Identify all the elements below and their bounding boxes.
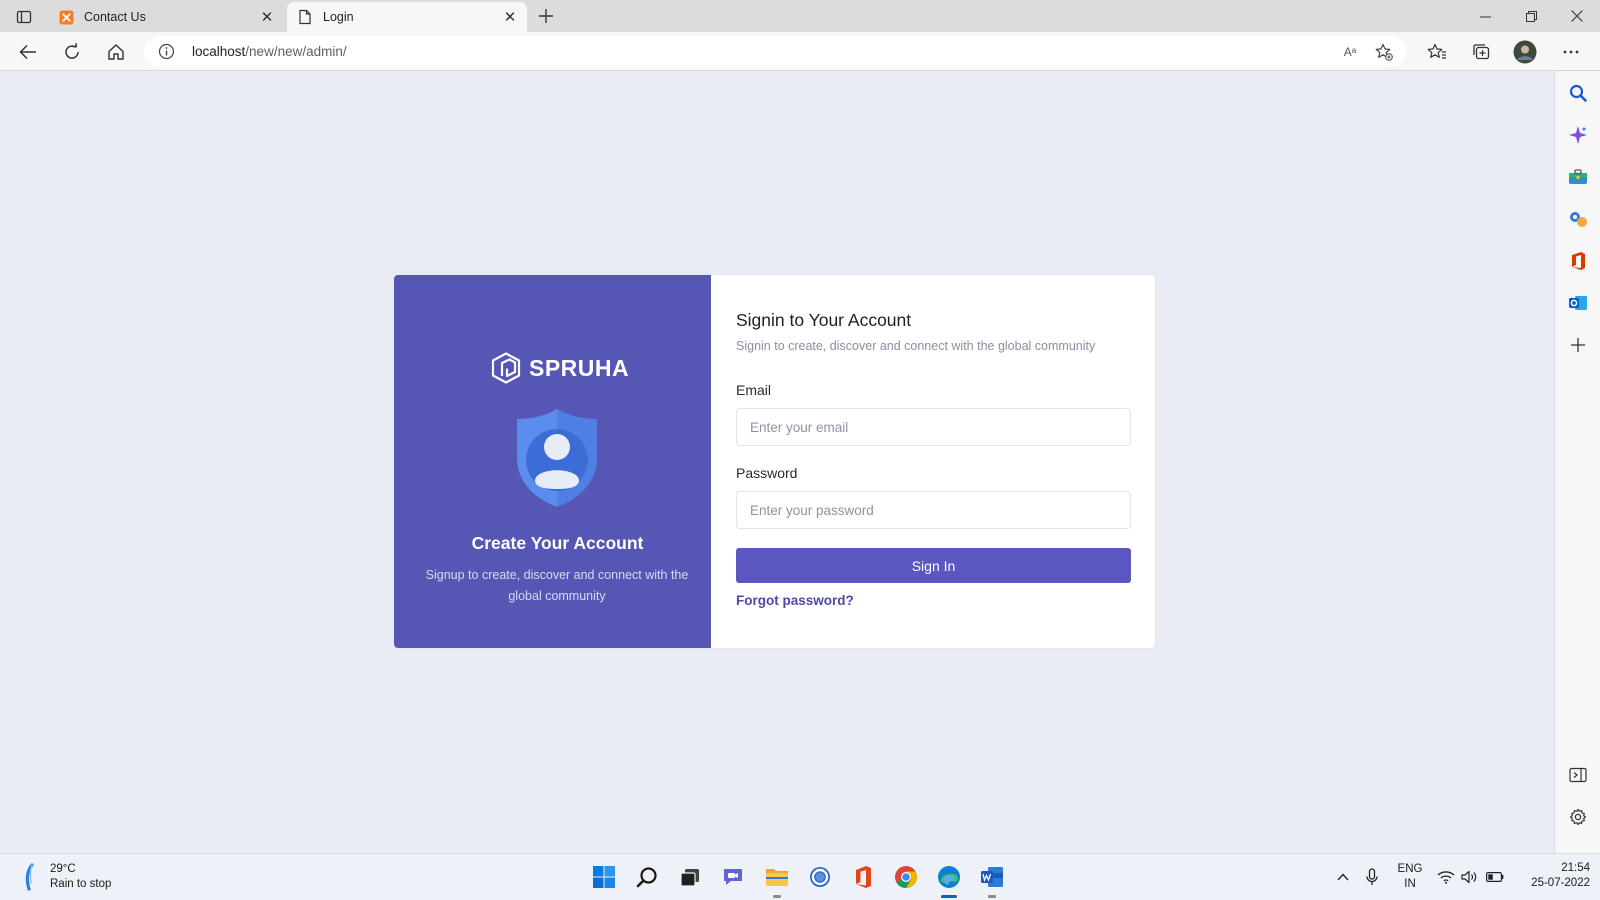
tab-title: Contact Us — [84, 10, 146, 24]
profile-avatar[interactable] — [1510, 37, 1540, 67]
brand-logo: SPRUHA — [491, 350, 629, 386]
language-region: IN — [1404, 878, 1416, 890]
create-account-title: Create Your Account — [471, 533, 644, 553]
page-viewport: SPRUHA Create Your Account Signup to cre… — [0, 71, 1553, 853]
wifi-icon[interactable] — [1436, 862, 1456, 892]
running-indicator — [988, 895, 996, 898]
page-icon — [297, 9, 313, 25]
signin-panel: Signin to Your Account Signin to create,… — [711, 275, 1155, 648]
refresh-icon[interactable] — [57, 37, 87, 67]
clock-time: 21:54 — [1561, 862, 1590, 874]
create-account-subtitle: Signup to create, discover and connect w… — [425, 568, 689, 603]
tab-login[interactable]: Login ✕ — [287, 2, 527, 32]
url-text[interactable]: localhost/new/new/admin/ — [192, 44, 347, 59]
clock[interactable]: 21:54 25-07-2022 — [1510, 861, 1590, 891]
address-bar[interactable]: localhost/new/new/admin/ Aᵃ — [144, 36, 1406, 67]
edge-sidebar — [1554, 71, 1600, 853]
signin-subtitle: Signin to create, discover and connect w… — [736, 339, 1096, 353]
games-icon[interactable] — [1566, 207, 1590, 231]
edge-browser-icon[interactable] — [934, 862, 964, 898]
email-field[interactable] — [736, 408, 1131, 446]
office-icon[interactable] — [848, 862, 878, 892]
favorites-icon[interactable] — [1422, 37, 1452, 67]
weather-text: 29°C Rain to stop — [50, 862, 111, 892]
password-field[interactable] — [736, 491, 1131, 529]
office-icon[interactable] — [1566, 249, 1590, 273]
tools-briefcase-icon[interactable] — [1566, 165, 1590, 189]
back-icon[interactable] — [13, 37, 43, 67]
weather-temp: 29°C — [50, 863, 76, 875]
outlook-icon[interactable] — [1566, 291, 1590, 315]
show-hidden-icons-chevron[interactable] — [1333, 862, 1353, 892]
language-code: ENG — [1397, 863, 1423, 875]
url-path: /new/new/admin/ — [245, 44, 347, 59]
tab-title: Login — [323, 10, 354, 24]
xampp-icon — [58, 9, 74, 25]
rain-icon — [25, 863, 34, 891]
running-indicator — [941, 895, 957, 898]
weather-condition: Rain to stop — [50, 878, 112, 890]
login-card: SPRUHA Create Your Account Signup to cre… — [394, 275, 1155, 648]
forgot-password-link[interactable]: Forgot password? — [736, 593, 854, 608]
sign-in-button[interactable]: Sign In — [736, 548, 1131, 583]
battery-icon[interactable] — [1484, 862, 1506, 892]
hide-sidebar-icon[interactable] — [1566, 763, 1590, 787]
collections-icon[interactable] — [1466, 37, 1496, 67]
close-tab-icon[interactable]: ✕ — [256, 6, 278, 28]
discover-sparkle-icon[interactable] — [1566, 123, 1590, 147]
teams-chat-icon[interactable] — [718, 862, 748, 892]
more-options-icon[interactable] — [1556, 37, 1586, 67]
restore-icon[interactable] — [1508, 0, 1554, 32]
minimize-icon[interactable] — [1462, 0, 1508, 32]
start-windows-icon[interactable] — [589, 862, 619, 892]
cortana-icon[interactable] — [805, 862, 835, 892]
microphone-icon[interactable] — [1362, 862, 1382, 892]
password-label: Password — [736, 465, 798, 481]
site-info-icon[interactable] — [158, 43, 175, 60]
read-aloud-icon[interactable]: Aᵃ — [1340, 42, 1360, 62]
running-indicator — [773, 895, 781, 898]
search-icon[interactable] — [632, 862, 662, 892]
tab-contact-us[interactable]: Contact Us ✕ — [48, 2, 284, 32]
volume-icon[interactable] — [1460, 862, 1480, 892]
new-tab-icon[interactable] — [533, 4, 559, 28]
clock-date: 25-07-2022 — [1531, 877, 1590, 889]
spruha-logo-icon — [491, 352, 521, 384]
word-icon[interactable] — [977, 862, 1007, 898]
url-host: localhost — [192, 44, 246, 59]
input-language[interactable]: ENG IN — [1392, 862, 1428, 892]
add-sidebar-app-icon[interactable] — [1566, 333, 1590, 357]
signin-title: Signin to Your Account — [736, 310, 912, 330]
tab-strip: Contact Us ✕ Login ✕ — [0, 0, 1600, 32]
add-favorite-icon[interactable] — [1374, 42, 1394, 62]
search-icon[interactable] — [1566, 81, 1590, 105]
browser-toolbar: localhost/new/new/admin/ Aᵃ — [0, 32, 1600, 71]
email-label: Email — [736, 382, 772, 398]
home-icon[interactable] — [101, 37, 131, 67]
file-explorer-icon[interactable] — [762, 862, 792, 898]
signup-panel: SPRUHA Create Your Account Signup to cre… — [394, 275, 711, 648]
close-window-icon[interactable] — [1554, 0, 1600, 32]
settings-gear-icon[interactable] — [1566, 805, 1590, 829]
user-shield-icon — [517, 409, 597, 507]
task-view-icon[interactable] — [675, 862, 705, 892]
chrome-icon[interactable] — [891, 862, 921, 892]
close-tab-icon[interactable]: ✕ — [499, 6, 521, 28]
weather-widget[interactable]: 29°C Rain to stop — [20, 862, 111, 892]
tab-actions-icon[interactable] — [10, 6, 38, 28]
brand-name: SPRUHA — [529, 354, 630, 381]
taskbar: 29°C Rain to stop ENG IN 21:54 25-07-202… — [0, 853, 1600, 900]
